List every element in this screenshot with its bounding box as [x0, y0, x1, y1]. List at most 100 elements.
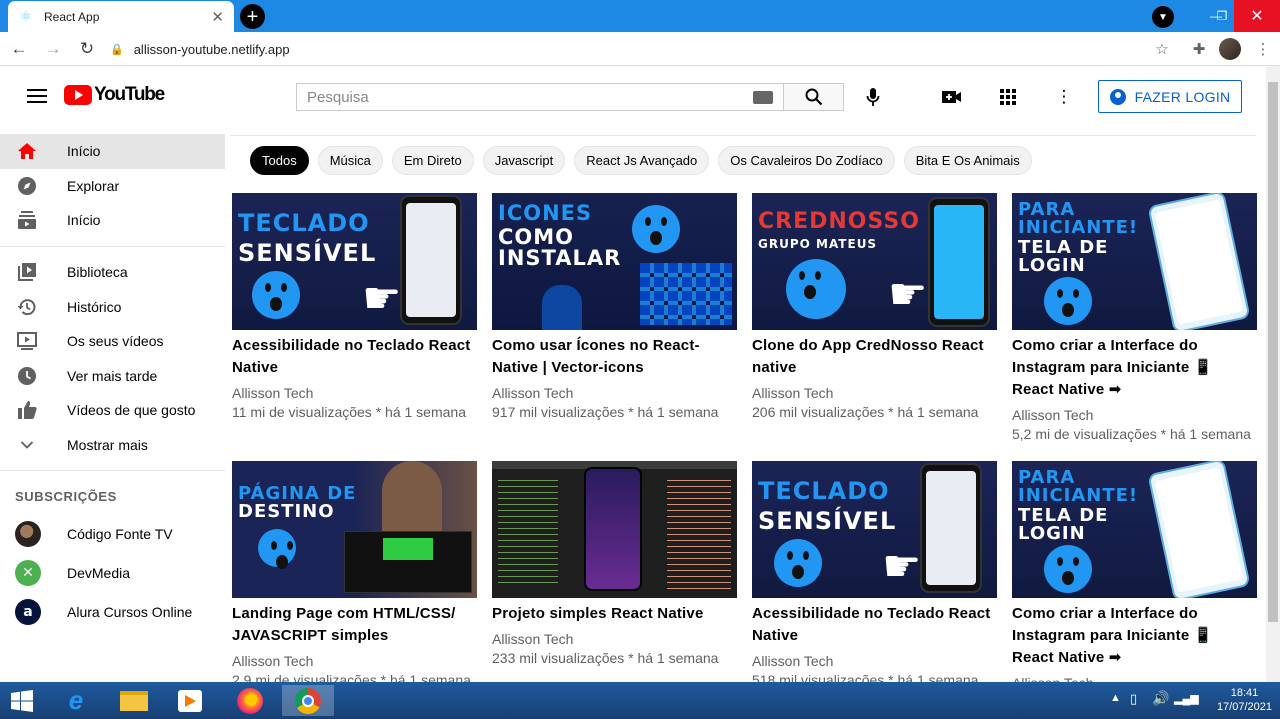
extensions-icon[interactable]: ✚: [1186, 36, 1212, 62]
video-card[interactable]: ICONES COMO INSTALAR Como usar Ícones no…: [492, 193, 737, 422]
home-icon: [16, 140, 38, 162]
video-title[interactable]: Landing Page com HTML/CSS/ JAVASCRIPT si…: [232, 603, 477, 647]
login-button[interactable]: FAZER LOGIN: [1098, 80, 1242, 113]
internet-explorer-icon[interactable]: e: [60, 685, 92, 716]
subscription-item[interactable]: Código Fonte TV: [0, 514, 225, 553]
video-title[interactable]: Clone do App CredNosso React native: [752, 335, 997, 379]
hamburger-menu-icon[interactable]: [26, 86, 48, 106]
new-tab-button[interactable]: +: [240, 4, 265, 29]
channel-name[interactable]: Allisson Tech: [232, 652, 477, 671]
tray-overflow-icon[interactable]: ▲: [1110, 692, 1121, 704]
channel-avatar: a: [15, 598, 41, 625]
history-icon: [16, 296, 38, 318]
chrome-icon[interactable]: [282, 685, 334, 716]
sidebar-item-explorar[interactable]: Explorar: [0, 169, 225, 204]
react-logo-icon: ⚛: [19, 8, 33, 24]
browser-menu-icon[interactable]: ⋮: [1250, 36, 1276, 62]
sidebar-item-liked-videos[interactable]: Vídeos de que gosto: [0, 393, 225, 428]
chip-react-js-avancado[interactable]: React Js Avançado: [574, 145, 710, 175]
video-title[interactable]: Como usar Ícones no React-Native | Vecto…: [492, 335, 737, 379]
network-icon[interactable]: ▂▄▆: [1174, 692, 1199, 705]
sidebar-item-show-more[interactable]: Mostrar mais: [0, 428, 225, 463]
subscription-item[interactable]: ✕ DevMedia: [0, 553, 225, 592]
forward-icon[interactable]: →: [38, 34, 68, 64]
chip-javascript[interactable]: Javascript: [482, 145, 566, 175]
channel-name[interactable]: Allisson Tech: [752, 652, 997, 671]
video-title[interactable]: Acessibilidade no Teclado React Native: [752, 603, 997, 647]
video-card[interactable]: TECLADO SENSÍVEL ☛ Acessibilidade no Tec…: [752, 461, 997, 690]
apps-grid-icon[interactable]: [997, 86, 1019, 108]
video-card[interactable]: CREDNOSSO GRUPO MATEUS ☛ Clone do App Cr…: [752, 193, 997, 422]
video-thumbnail[interactable]: PARA INICIANTE! TELA DE LOGIN: [1012, 461, 1257, 598]
sidebar: Início Explorar Início Biblioteca Histór…: [0, 134, 225, 684]
channel-name[interactable]: Allisson Tech: [492, 384, 737, 403]
video-title[interactable]: Como criar a Interface do Instagram para…: [1012, 335, 1257, 401]
browser-tab[interactable]: ⚛ React App ✕: [8, 1, 234, 32]
reload-icon[interactable]: ↻: [72, 34, 102, 64]
address-bar[interactable]: 🔒 allisson-youtube.netlify.app: [102, 36, 1182, 62]
close-tab-icon[interactable]: ✕: [211, 8, 224, 26]
chip-bita-animais[interactable]: Bita E Os Animais: [903, 145, 1032, 175]
channel-name[interactable]: Allisson Tech: [1012, 406, 1257, 425]
windows-start-icon[interactable]: [6, 685, 38, 716]
chip-cavaleiros-zodiaco[interactable]: Os Cavaleiros Do Zodíaco: [718, 145, 895, 175]
tab-title: React App: [44, 9, 100, 24]
media-player-icon[interactable]: [174, 685, 206, 716]
channel-name[interactable]: Allisson Tech: [232, 384, 477, 403]
sidebar-item-historico[interactable]: Histórico: [0, 289, 225, 324]
page-scrollbar[interactable]: [1266, 66, 1280, 682]
lock-icon: 🔒: [110, 43, 124, 56]
channel-name[interactable]: Allisson Tech: [492, 630, 737, 649]
sidebar-item-your-videos[interactable]: Os seus vídeos: [0, 324, 225, 359]
keyboard-icon[interactable]: [753, 90, 773, 104]
device-icon[interactable]: ▯: [1130, 691, 1137, 707]
video-card[interactable]: PARA INICIANTE! TELA DE LOGIN Como criar…: [1012, 461, 1257, 693]
channel-name[interactable]: Allisson Tech: [752, 384, 997, 403]
search-button[interactable]: [784, 83, 844, 111]
search-input[interactable]: Pesquisa: [296, 83, 784, 111]
sidebar-item-inicio[interactable]: Início: [0, 134, 225, 169]
sidebar-item-biblioteca[interactable]: Biblioteca: [0, 255, 225, 290]
code-editor-graphic: [498, 475, 558, 585]
chip-todos[interactable]: Todos: [250, 145, 309, 175]
search-icon: [805, 88, 822, 106]
volume-icon[interactable]: 🔊: [1152, 690, 1169, 707]
video-card[interactable]: PARA INICIANTE! TELA DE LOGIN Como criar…: [1012, 193, 1257, 444]
clock-icon: [16, 365, 38, 387]
video-title[interactable]: Como criar a Interface do Instagram para…: [1012, 603, 1257, 669]
profile-menu-icon[interactable]: ▼: [1152, 6, 1174, 28]
surprised-face-icon: [252, 271, 300, 319]
system-clock[interactable]: 18:41 17/07/2021: [1217, 686, 1272, 714]
chip-em-direto[interactable]: Em Direto: [391, 145, 474, 175]
settings-more-icon[interactable]: ⋮: [1053, 86, 1075, 108]
video-title[interactable]: Acessibilidade no Teclado React Native: [232, 335, 477, 379]
create-video-icon[interactable]: [941, 86, 963, 108]
video-thumbnail[interactable]: [492, 461, 737, 598]
video-thumbnail[interactable]: ICONES COMO INSTALAR: [492, 193, 737, 330]
video-thumbnail[interactable]: TECLADO SENSÍVEL ☛: [752, 461, 997, 598]
video-thumbnail[interactable]: TECLADO SENSÍVEL ☛: [232, 193, 477, 330]
youtube-logo[interactable]: YouTube: [64, 84, 165, 106]
profile-avatar[interactable]: [1217, 36, 1243, 62]
file-explorer-icon[interactable]: [118, 685, 150, 716]
close-window-button[interactable]: ✕: [1234, 0, 1280, 32]
surprised-face-icon: [1044, 545, 1092, 593]
chevron-down-icon: [16, 434, 38, 456]
subscription-item[interactable]: a Alura Cursos Online: [0, 592, 225, 631]
video-title[interactable]: Projeto simples React Native: [492, 603, 737, 625]
video-card[interactable]: TECLADO SENSÍVEL ☛ Acessibilidade no Tec…: [232, 193, 477, 422]
sidebar-item-watch-later[interactable]: Ver mais tarde: [0, 359, 225, 394]
back-icon[interactable]: ←: [4, 34, 34, 64]
video-thumbnail[interactable]: PÁGINA DE DESTINO: [232, 461, 477, 598]
firefox-icon[interactable]: [234, 685, 266, 716]
video-thumbnail[interactable]: PARA INICIANTE! TELA DE LOGIN: [1012, 193, 1257, 330]
surprised-face-icon: [258, 529, 296, 569]
sidebar-item-subscriptions[interactable]: Início: [0, 203, 225, 238]
bookmark-star-icon[interactable]: ☆: [1149, 36, 1175, 62]
chip-musica[interactable]: Música: [317, 145, 383, 175]
video-card[interactable]: Projeto simples React Native Allisson Te…: [492, 461, 737, 668]
video-card[interactable]: PÁGINA DE DESTINO Landing Page com HTML/…: [232, 461, 477, 690]
video-stats: 233 mil visualizações * há 1 semana: [492, 650, 719, 666]
microphone-icon[interactable]: [862, 86, 884, 108]
video-thumbnail[interactable]: CREDNOSSO GRUPO MATEUS ☛: [752, 193, 997, 330]
